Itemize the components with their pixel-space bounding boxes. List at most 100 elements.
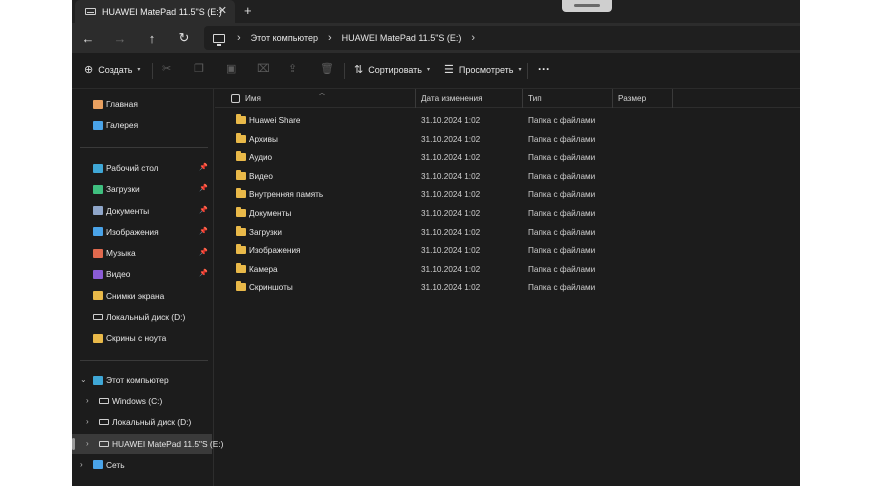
toolbar-divider — [344, 63, 345, 79]
chevron-right-icon[interactable]: › — [86, 396, 89, 405]
table-row[interactable]: Камера 31.10.2024 1:02 Папка с файлами — [215, 261, 800, 279]
create-button[interactable]: ⊕ Создать ▾ — [84, 63, 140, 76]
home-icon — [93, 99, 103, 109]
window-drag-handle[interactable] — [562, 0, 612, 12]
sidebar-item[interactable]: Галерея — [72, 115, 212, 135]
copy-icon[interactable]: ❐ — [194, 62, 204, 75]
table-row[interactable]: Скриншоты 31.10.2024 1:02 Папка с файлами — [215, 279, 800, 297]
cell-type: Папка с файлами — [528, 116, 596, 125]
video-icon — [93, 269, 103, 279]
column-divider[interactable] — [415, 89, 416, 108]
sidebar-item-label: Этот компьютер — [106, 375, 169, 385]
chevron-down-icon[interactable]: ⌄ — [80, 375, 87, 384]
table-row[interactable]: Huawei Share 31.10.2024 1:02 Папка с файла… — [215, 112, 800, 130]
chevron-right-icon[interactable]: › — [328, 32, 332, 44]
column-divider[interactable] — [522, 89, 523, 108]
sidebar-item-label: Загрузки — [106, 184, 140, 195]
paste-icon[interactable]: ▣ — [226, 62, 236, 75]
new-tab-button[interactable]: + — [244, 3, 252, 18]
column-divider[interactable] — [672, 89, 673, 108]
sidebar-item[interactable]: Видео 📌 — [72, 264, 212, 284]
share-icon[interactable]: ⇪ — [288, 62, 297, 75]
view-label: Просмотреть — [458, 64, 514, 75]
folder-icon — [236, 188, 246, 199]
music-icon — [93, 248, 103, 258]
chevron-right-icon[interactable]: › — [86, 417, 89, 426]
sidebar-item[interactable]: ⌄ Этот компьютер — [72, 370, 212, 390]
sidebar-item-label: Снимки экрана — [106, 290, 165, 301]
back-arrow-icon[interactable]: ← — [78, 28, 98, 48]
table-row[interactable]: Изображения 31.10.2024 1:02 Папка с файлам… — [215, 242, 800, 260]
more-options-button[interactable]: ··· — [538, 62, 550, 76]
column-divider[interactable] — [612, 89, 613, 108]
sidebar-item[interactable]: › HUAWEI MatePad 11.5"S (E:) — [72, 433, 223, 454]
chevron-right-icon[interactable]: › — [471, 32, 475, 44]
sidebar-item[interactable]: › Сеть — [72, 455, 212, 475]
rename-icon[interactable]: ⌧ — [257, 62, 270, 75]
forward-arrow-icon[interactable]: → — [110, 28, 130, 48]
pin-icon: 📌 — [199, 249, 208, 256]
close-tab-icon[interactable]: ✕ — [218, 4, 227, 17]
chevron-right-icon[interactable]: › — [237, 32, 241, 44]
folder-icon — [236, 244, 246, 255]
sidebar-item[interactable]: Загрузки 📌 — [72, 179, 212, 199]
sidebar-item-label: Windows (C:) — [112, 396, 163, 407]
sidebar-item[interactable]: › Windows (C:) — [72, 391, 212, 411]
folder-icon — [236, 114, 246, 124]
breadcrumb-huawei-drive[interactable]: HUAWEI MatePad 11.5"S (E:) — [342, 33, 462, 43]
cell-type: Папка с файлами — [528, 190, 596, 200]
column-type[interactable]: Тип — [528, 94, 542, 103]
table-row[interactable]: Документы 31.10.2024 1:02 Папка с файлами — [215, 205, 800, 223]
column-size[interactable]: Размер — [618, 94, 646, 103]
sidebar-item-label: Скрины с ноута — [106, 333, 167, 343]
desktop-icon — [93, 163, 103, 173]
sidebar-item[interactable]: Изображения 📌 — [72, 222, 212, 242]
cell-date: 31.10.2024 1:02 — [421, 171, 481, 181]
cell-date: 31.10.2024 1:02 — [421, 134, 481, 144]
chevron-down-icon: ▾ — [427, 67, 431, 73]
sort-label: Сортировать — [368, 64, 422, 75]
sidebar-item[interactable]: Музыка 📌 — [72, 243, 212, 263]
address-bar[interactable]: › Этот компьютер › HUAWEI MatePad 11.5"S… — [204, 26, 800, 50]
sidebar-item[interactable]: › Локальный диск (D:) — [72, 412, 212, 432]
breadcrumb-this-pc[interactable]: Этот компьютер — [251, 33, 318, 43]
cut-icon[interactable]: ✂ — [162, 62, 171, 75]
sidebar-item[interactable]: Главная — [72, 94, 212, 114]
sidebar-item[interactable]: Локальный диск (D:) — [72, 307, 212, 327]
cell-date: 31.10.2024 1:02 — [421, 264, 481, 274]
table-row[interactable]: Внутренняя память 31.10.2024 1:02 Папка с … — [215, 186, 800, 204]
folder-icon — [93, 291, 103, 300]
column-headers: ︿ Имя Дата изменения Тип Размер — [215, 89, 800, 108]
view-button[interactable]: ☰ Просмотреть ▾ — [444, 63, 522, 76]
pictures-icon — [93, 227, 103, 237]
sort-button[interactable]: ⇅ Сортировать ▾ — [354, 63, 430, 76]
table-row[interactable]: Аудио 31.10.2024 1:02 Папка с файлами — [215, 149, 800, 167]
sidebar-item-label: Локальный диск (D:) — [112, 417, 192, 428]
sidebar-item[interactable]: Скрины с ноута — [72, 328, 212, 348]
delete-icon[interactable]: 🗑 — [320, 62, 334, 75]
table-row[interactable]: Видео 31.10.2024 1:02 Папка с файлами — [215, 168, 800, 186]
up-arrow-icon[interactable]: ↑ — [142, 28, 162, 48]
folder-icon — [236, 151, 246, 162]
toolbar-divider — [152, 63, 153, 79]
sidebar-item[interactable]: Рабочий стол 📌 — [72, 158, 212, 178]
table-row[interactable]: Архивы 31.10.2024 1:02 Папка с файлами — [215, 131, 800, 149]
folder-icon — [236, 207, 246, 217]
table-row[interactable]: Загрузки 31.10.2024 1:02 Папка с файлами — [215, 224, 800, 242]
chevron-right-icon[interactable]: › — [86, 439, 89, 448]
select-all-checkbox[interactable] — [231, 94, 240, 103]
folder-icon — [236, 281, 246, 292]
chevron-right-icon[interactable]: › — [80, 460, 83, 469]
folder-icon — [236, 132, 246, 143]
column-date[interactable]: Дата изменения — [421, 94, 483, 103]
refresh-icon[interactable]: ↻ — [174, 28, 194, 48]
tab-huawei-drive[interactable]: HUAWEI MatePad 11.5"S (E:) ✕ — [75, 0, 235, 23]
sidebar-item-label: Видео — [106, 269, 131, 280]
pin-icon: 📌 — [199, 206, 208, 214]
sidebar-item[interactable]: Документы 📌 — [72, 201, 212, 221]
sidebar-item[interactable]: Снимки экрана — [72, 286, 212, 306]
column-name[interactable]: Имя — [245, 94, 261, 103]
sidebar-item-label: Сеть — [106, 459, 125, 470]
sidebar-item-label: Главная — [106, 99, 138, 109]
cell-name: Видео — [249, 171, 273, 181]
